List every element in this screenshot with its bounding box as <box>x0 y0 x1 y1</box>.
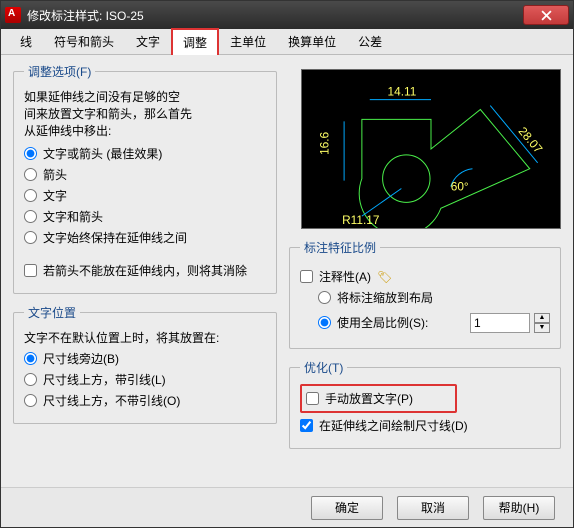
tab-lines[interactable]: 线 <box>9 28 43 54</box>
dialog-window: 修改标注样式: ISO-25 线 符号和箭头 文字 调整 主单位 换算单位 公差… <box>0 0 574 528</box>
legend-scale: 标注特征比例 <box>300 239 380 256</box>
check-annotative[interactable]: 注释性(A) 🏷 <box>300 268 550 285</box>
group-text-position: 文字位置 文字不在默认位置上时，将其放置在: 尺寸线旁边(B) 尺寸线上方，带引… <box>13 304 277 424</box>
spin-down[interactable]: ▼ <box>534 323 550 333</box>
radio-arrow[interactable]: 箭头 <box>24 166 266 183</box>
legend-optimize: 优化(T) <box>300 359 347 376</box>
dim-top: 14.11 <box>388 85 417 99</box>
tab-primary-units[interactable]: 主单位 <box>219 28 277 54</box>
tab-adjust[interactable]: 调整 <box>171 28 219 55</box>
check-suppress-arrows[interactable]: 若箭头不能放在延伸线内，则将其消除 <box>24 262 266 279</box>
group-scale: 标注特征比例 注释性(A) 🏷 将标注缩放到布局 使用全局比例(S): ▲ ▼ <box>289 239 561 349</box>
preview-pane: 14.11 16.6 28.07 R11.17 60° <box>301 69 561 229</box>
adjust-intro-3: 从延伸线中移出: <box>24 122 266 139</box>
dimension-preview-svg: 14.11 16.6 28.07 R11.17 60° <box>302 70 560 228</box>
radio-text-only[interactable]: 文字 <box>24 187 266 204</box>
radio-text-and-arrow[interactable]: 文字和箭头 <box>24 208 266 225</box>
legend-textpos: 文字位置 <box>24 304 80 321</box>
tab-alternate-units[interactable]: 换算单位 <box>277 28 347 54</box>
tab-symbols-arrows[interactable]: 符号和箭头 <box>43 28 125 54</box>
global-scale-input[interactable] <box>470 313 530 333</box>
radio-above-no-leader[interactable]: 尺寸线上方，不带引线(O) <box>24 392 266 409</box>
dim-diag: 28.07 <box>516 124 546 156</box>
tag-icon: 🏷 <box>377 270 392 284</box>
radio-beside-dimline[interactable]: 尺寸线旁边(B) <box>24 350 266 367</box>
window-title: 修改标注样式: ISO-25 <box>27 7 523 24</box>
tab-tolerance[interactable]: 公差 <box>347 28 393 54</box>
dim-radius: R11.17 <box>342 213 379 227</box>
cancel-button[interactable]: 取消 <box>397 496 469 520</box>
app-icon <box>5 7 21 23</box>
check-draw-dimline-between[interactable]: 在延伸线之间绘制尺寸线(D) <box>300 417 550 434</box>
adjust-intro-2: 间来放置文字和箭头，那么首先 <box>24 105 266 122</box>
legend-adjust: 调整选项(F) <box>24 63 95 80</box>
textpos-intro: 文字不在默认位置上时，将其放置在: <box>24 329 266 346</box>
close-button[interactable] <box>523 5 569 25</box>
tab-content: 调整选项(F) 如果延伸线之间没有足够的空 间来放置文字和箭头，那么首先 从延伸… <box>1 55 573 487</box>
global-scale-spinner[interactable]: ▲ ▼ <box>470 313 550 333</box>
radio-keep-between[interactable]: 文字始终保持在延伸线之间 <box>24 229 266 246</box>
dim-angle: 60° <box>451 179 469 193</box>
radio-global-scale[interactable]: 使用全局比例(S): <box>318 314 466 331</box>
dim-left: 16.6 <box>317 131 331 154</box>
dialog-footer: 确定 取消 帮助(H) <box>1 487 573 527</box>
tab-text[interactable]: 文字 <box>125 28 171 54</box>
ok-button[interactable]: 确定 <box>311 496 383 520</box>
tab-strip: 线 符号和箭头 文字 调整 主单位 换算单位 公差 <box>1 29 573 55</box>
group-adjust-options: 调整选项(F) 如果延伸线之间没有足够的空 间来放置文字和箭头，那么首先 从延伸… <box>13 63 277 294</box>
help-button[interactable]: 帮助(H) <box>483 496 555 520</box>
radio-text-or-arrow[interactable]: 文字或箭头 (最佳效果) <box>24 145 266 162</box>
spin-up[interactable]: ▲ <box>534 313 550 323</box>
check-manual-place-text[interactable]: 手动放置文字(P) <box>306 390 413 407</box>
group-optimize: 优化(T) 手动放置文字(P) 在延伸线之间绘制尺寸线(D) <box>289 359 561 449</box>
adjust-intro-1: 如果延伸线之间没有足够的空 <box>24 88 266 105</box>
radio-above-with-leader[interactable]: 尺寸线上方，带引线(L) <box>24 371 266 388</box>
highlight-manual-text: 手动放置文字(P) <box>300 384 457 413</box>
close-icon <box>541 10 552 21</box>
radio-scale-to-layout[interactable]: 将标注缩放到布局 <box>318 289 550 306</box>
titlebar[interactable]: 修改标注样式: ISO-25 <box>1 1 573 29</box>
